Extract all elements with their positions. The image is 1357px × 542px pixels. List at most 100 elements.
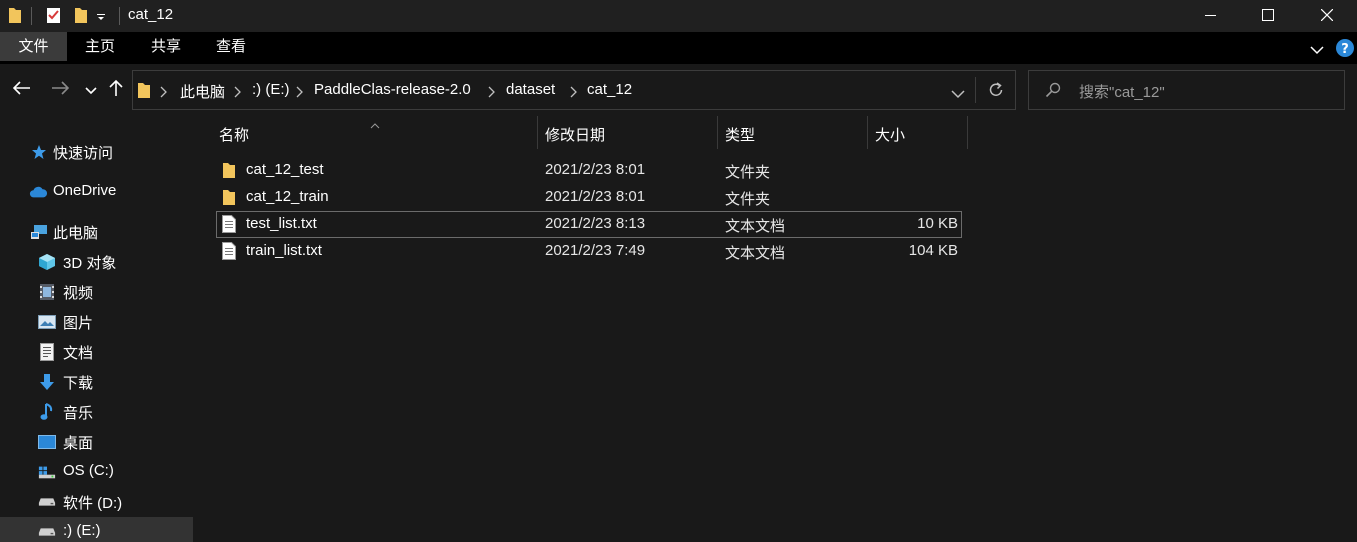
file-row[interactable]: cat_12_test 2021/2/23 8:01 文件夹 xyxy=(216,157,962,184)
search-icon xyxy=(1045,82,1061,102)
file-type: 文本文档 xyxy=(725,245,786,262)
download-icon xyxy=(38,373,56,391)
file-date: 2021/2/23 8:13 xyxy=(545,215,646,232)
star-icon xyxy=(30,143,48,161)
title-bar: cat_12 xyxy=(0,0,1357,32)
sidebar-item-onedrive[interactable]: OneDrive xyxy=(0,177,193,207)
sidebar-item-this-pc[interactable]: 此电脑 xyxy=(0,217,193,247)
sidebar-item-downloads[interactable]: 下载 xyxy=(0,367,193,397)
cloud-icon xyxy=(29,183,47,201)
sidebar-item-label: 3D 对象 xyxy=(63,255,117,272)
text-file-icon xyxy=(222,242,238,260)
refresh-icon[interactable] xyxy=(987,81,1005,103)
help-icon[interactable]: ? xyxy=(1335,38,1355,62)
sidebar-item-3d-objects[interactable]: 3D 对象 xyxy=(0,247,193,277)
tab-home[interactable]: 主页 xyxy=(67,32,133,61)
sidebar-item-videos[interactable]: 视频 xyxy=(0,277,193,307)
sidebar-item-label: 音乐 xyxy=(63,405,94,422)
text-file-icon xyxy=(222,215,238,233)
forward-button[interactable] xyxy=(48,78,72,102)
file-type: 文件夹 xyxy=(725,164,771,181)
file-type: 文本文档 xyxy=(725,218,786,235)
column-header-name[interactable]: 名称 xyxy=(211,116,537,149)
sidebar-item-documents[interactable]: 文档 xyxy=(0,337,193,367)
tab-share[interactable]: 共享 xyxy=(133,32,199,61)
breadcrumb-dataset[interactable]: dataset xyxy=(506,81,555,98)
search-box[interactable]: 搜索"cat_12" xyxy=(1028,70,1345,110)
sidebar-item-desktop[interactable]: 桌面 xyxy=(0,427,193,457)
file-date: 2021/2/23 7:49 xyxy=(545,242,646,259)
video-icon xyxy=(38,283,56,301)
column-divider[interactable] xyxy=(967,116,968,149)
up-button[interactable] xyxy=(104,78,128,102)
column-header-date[interactable]: 修改日期 xyxy=(537,116,717,149)
breadcrumb-chevron-icon[interactable] xyxy=(234,85,242,102)
breadcrumb-chevron-icon[interactable] xyxy=(296,85,304,102)
file-name: cat_12_test xyxy=(246,161,324,178)
breadcrumb-chevron-icon[interactable] xyxy=(570,85,578,102)
file-row[interactable]: cat_12_train 2021/2/23 8:01 文件夹 xyxy=(216,184,962,211)
breadcrumb-paddleclas[interactable]: PaddleClas-release-2.0 xyxy=(314,81,471,98)
sidebar-item-label: 文档 xyxy=(63,345,94,362)
breadcrumb-this-pc[interactable]: 此电脑 xyxy=(180,81,225,102)
ribbon-expand-icon[interactable] xyxy=(1310,42,1324,59)
desktop-icon xyxy=(38,433,56,451)
computer-icon xyxy=(30,223,48,241)
minimize-icon xyxy=(1204,8,1216,25)
sidebar-item-label: 桌面 xyxy=(63,435,94,452)
navigation-pane: 快速访问 OneDrive 此电脑 3D 对象 视频 图片 文档 下载 音乐 桌… xyxy=(0,116,193,542)
back-arrow-icon xyxy=(12,81,31,99)
title-separator xyxy=(31,7,32,25)
address-history-icon[interactable] xyxy=(951,86,965,103)
properties-icon[interactable] xyxy=(46,6,62,28)
maximize-button[interactable] xyxy=(1245,0,1291,32)
breadcrumb-cat-12[interactable]: cat_12 xyxy=(587,81,632,98)
sidebar-item-quick-access[interactable]: 快速访问 xyxy=(0,137,193,167)
sidebar-item-label: 图片 xyxy=(63,315,94,332)
customize-qat-icon[interactable] xyxy=(96,10,106,27)
document-icon xyxy=(38,343,56,361)
back-button[interactable] xyxy=(10,78,34,102)
sidebar-item-label: OS (C:) xyxy=(63,462,114,479)
column-header-size[interactable]: 大小 xyxy=(867,116,967,149)
picture-icon xyxy=(38,313,56,331)
tab-view[interactable]: 查看 xyxy=(199,32,263,61)
music-icon xyxy=(38,403,56,421)
breadcrumb-chevron-icon[interactable] xyxy=(488,85,496,102)
breadcrumb-chevron-icon[interactable] xyxy=(160,85,168,102)
window-title: cat_12 xyxy=(128,6,174,23)
column-header-type[interactable]: 类型 xyxy=(717,116,867,149)
title-separator xyxy=(119,7,120,25)
close-button[interactable] xyxy=(1304,0,1350,32)
file-name: train_list.txt xyxy=(246,242,322,259)
file-type: 文件夹 xyxy=(725,191,771,208)
ribbon: 文件 主页 共享 查看 ? xyxy=(0,32,1357,64)
new-folder-icon[interactable] xyxy=(74,6,88,28)
file-date: 2021/2/23 8:01 xyxy=(545,161,646,178)
sidebar-item-drive-e[interactable]: :) (E:) xyxy=(0,517,193,542)
svg-text:?: ? xyxy=(1341,42,1349,57)
file-row[interactable]: train_list.txt 2021/2/23 7:49 文本文档 104 K… xyxy=(216,238,962,265)
drive-icon xyxy=(38,523,56,541)
address-divider xyxy=(975,77,976,103)
folder-icon xyxy=(222,188,238,206)
sidebar-item-label: 视频 xyxy=(63,285,94,302)
sidebar-item-pictures[interactable]: 图片 xyxy=(0,307,193,337)
file-list: 名称 修改日期 类型 大小 cat_12_test 2021/2/23 8:01… xyxy=(194,116,1357,542)
sidebar-item-drive-d[interactable]: 软件 (D:) xyxy=(0,487,193,517)
tab-file[interactable]: 文件 xyxy=(0,32,67,61)
file-row[interactable]: test_list.txt 2021/2/23 8:13 文本文档 10 KB xyxy=(216,211,962,238)
sidebar-item-music[interactable]: 音乐 xyxy=(0,397,193,427)
sidebar-item-drive-c[interactable]: OS (C:) xyxy=(0,457,193,487)
minimize-button[interactable] xyxy=(1187,0,1233,32)
search-placeholder[interactable]: 搜索"cat_12" xyxy=(1079,81,1165,102)
recent-locations-button[interactable] xyxy=(79,78,103,102)
cube-icon xyxy=(38,253,56,271)
address-bar[interactable]: 此电脑 :) (E:) PaddleClas-release-2.0 datas… xyxy=(132,70,1016,110)
windows-drive-icon xyxy=(38,463,56,481)
maximize-icon xyxy=(1262,8,1274,25)
close-icon xyxy=(1320,8,1334,25)
breadcrumb-drive-e[interactable]: :) (E:) xyxy=(252,81,290,98)
chevron-down-icon xyxy=(85,82,97,99)
file-name: cat_12_train xyxy=(246,188,329,205)
